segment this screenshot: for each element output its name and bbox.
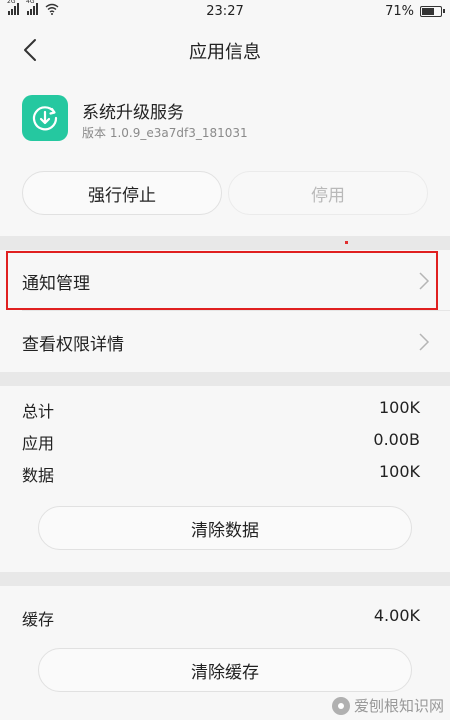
app-info-section: 系统升级服务 版本 1.0.9_e3a7df3_181031 强行停止 停用 [0,76,450,236]
update-circle-icon [22,95,68,141]
app-version: 版本 1.0.9_e3a7df3_181031 [82,126,248,140]
watermark: 爱刨根知识网 [331,695,444,716]
red-mark [345,241,348,244]
app-size-label: 应用 [22,434,55,453]
section-divider [0,572,450,586]
status-bar: 2G 4G 23:27 71% [0,0,450,24]
highlight-box [6,251,438,310]
data-size-value: 100K [378,462,420,481]
total-label: 总计 [22,402,55,421]
total-value: 100K [378,398,420,417]
battery-fill [422,8,435,15]
menu-item-permission-details[interactable]: 查看权限详情 [0,311,450,372]
watermark-text: 爱刨根知识网 [353,697,444,715]
menu-item-label: 查看权限详情 [22,335,124,355]
cache-label: 缓存 [22,610,55,629]
section-divider [0,236,450,250]
status-time: 23:27 [206,4,244,19]
disable-button[interactable]: 停用 [228,171,428,215]
clear-data-button[interactable]: 清除数据 [38,506,412,550]
cache-value: 4.00K [373,606,420,625]
app-header: 应用信息 [0,24,450,76]
battery-percent: 71% [385,4,414,19]
app-name: 系统升级服务 [82,103,184,123]
app-size-value: 0.00B [373,430,420,449]
battery-icon [420,6,445,17]
data-size-label: 数据 [22,466,55,485]
section-divider [0,372,450,386]
page-title: 应用信息 [189,42,261,63]
clear-cache-button[interactable]: 清除缓存 [38,648,412,692]
watermark-logo-icon [331,696,350,715]
force-stop-button[interactable]: 强行停止 [22,171,222,215]
battery-status: 71% [385,4,445,19]
chevron-right-icon [419,333,430,351]
storage-section: 总计 100K 应用 0.00B 数据 100K 清除数据 [0,386,450,572]
